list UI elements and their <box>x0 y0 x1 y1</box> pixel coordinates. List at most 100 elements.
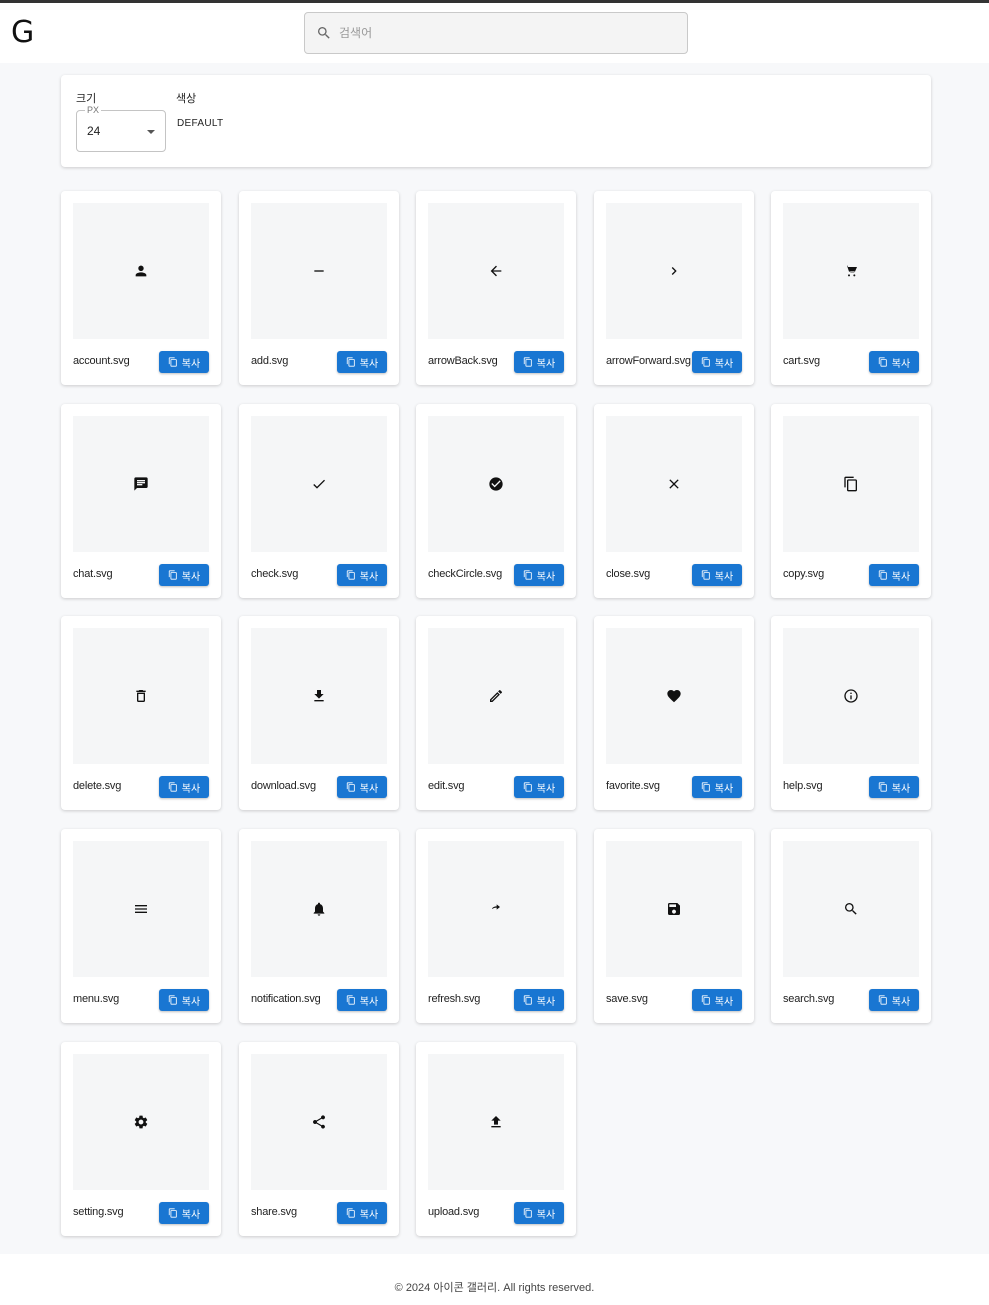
copy-button-label: 복사 <box>714 571 734 583</box>
icon-card: copy.svg 복사 <box>771 404 931 598</box>
icon-card: refresh.svg 복사 <box>416 829 576 1023</box>
color-select-button[interactable]: DEFAULT <box>177 118 223 129</box>
icon-card: checkCircle.svg 복사 <box>416 404 576 598</box>
copy-button[interactable]: 복사 <box>337 564 387 586</box>
arrow-back-icon <box>490 265 502 277</box>
icon-card: upload.svg 복사 <box>416 1042 576 1236</box>
icon-preview <box>251 1054 387 1190</box>
copy-button[interactable]: 복사 <box>337 989 387 1011</box>
close-icon <box>669 479 679 489</box>
icon-filename: refresh.svg <box>428 993 481 1005</box>
copy-button[interactable]: 복사 <box>337 351 387 373</box>
icon-card: favorite.svg 복사 <box>594 616 754 810</box>
size-value: 24 <box>87 124 101 138</box>
icon-preview <box>428 203 564 339</box>
menu-icon <box>135 905 147 913</box>
copy-button[interactable]: 복사 <box>514 1202 564 1224</box>
copy-button[interactable]: 복사 <box>514 351 564 373</box>
icon-preview <box>73 841 209 977</box>
copy-icon <box>878 570 887 580</box>
icon-card: edit.svg 복사 <box>416 616 576 810</box>
copy-button-label: 복사 <box>714 996 734 1008</box>
copy-icon <box>523 357 532 367</box>
copy-button[interactable]: 복사 <box>159 564 209 586</box>
copy-icon <box>346 1208 355 1218</box>
icon-preview <box>251 628 387 764</box>
trash-icon <box>136 690 146 702</box>
icon-filename: arrowBack.svg <box>428 355 498 367</box>
icon-card: download.svg 복사 <box>239 616 399 810</box>
icon-filename: edit.svg <box>428 780 465 792</box>
copy-button-label: 복사 <box>181 783 201 795</box>
icon-card: delete.svg 복사 <box>61 616 221 810</box>
copy-button[interactable]: 복사 <box>869 351 919 373</box>
copy-button[interactable]: 복사 <box>869 776 919 798</box>
copy-icon <box>701 357 710 367</box>
icon-filename: save.svg <box>606 993 648 1005</box>
copy-button[interactable]: 복사 <box>159 989 209 1011</box>
icon-card: account.svg 복사 <box>61 191 221 385</box>
chat-icon <box>134 477 148 491</box>
check-circle-icon <box>489 477 503 491</box>
save-icon <box>668 903 680 915</box>
icon-preview <box>783 841 919 977</box>
icon-preview <box>428 841 564 977</box>
copy-button[interactable]: 복사 <box>692 776 742 798</box>
icon-filename: account.svg <box>73 355 130 367</box>
copy-button[interactable]: 복사 <box>869 564 919 586</box>
icon-card: help.svg 복사 <box>771 616 931 810</box>
copy-button[interactable]: 복사 <box>514 564 564 586</box>
icon-filename: arrowForward.svg <box>606 355 691 367</box>
icon-card: arrowBack.svg 복사 <box>416 191 576 385</box>
minus-icon <box>314 270 324 272</box>
icon-preview <box>428 628 564 764</box>
copy-icon <box>701 570 710 580</box>
app-header: G <box>0 3 989 63</box>
copy-button-label: 복사 <box>891 571 911 583</box>
copy-button[interactable]: 복사 <box>514 776 564 798</box>
logo[interactable]: G <box>11 16 34 50</box>
icon-filename: cart.svg <box>783 355 820 367</box>
color-label: 색상 <box>176 93 197 105</box>
copy-icon <box>878 995 887 1005</box>
copy-button[interactable]: 복사 <box>692 564 742 586</box>
copy-button[interactable]: 복사 <box>159 351 209 373</box>
copy-button[interactable]: 복사 <box>337 1202 387 1224</box>
search-icon <box>845 903 857 915</box>
download-icon <box>314 690 324 702</box>
copy-button[interactable]: 복사 <box>514 989 564 1011</box>
footer-copyright: © 2024 아이콘 갤러리. All rights reserved. <box>394 1282 595 1294</box>
icon-preview <box>428 416 564 552</box>
copy-button[interactable]: 복사 <box>692 989 742 1011</box>
icon-card: save.svg 복사 <box>594 829 754 1023</box>
icon-preview <box>783 203 919 339</box>
icon-preview <box>606 841 742 977</box>
copy-button-label: 복사 <box>359 996 379 1008</box>
copy-icon <box>701 782 710 792</box>
search-input[interactable] <box>339 21 669 45</box>
size-select[interactable]: PX 24 <box>76 104 166 152</box>
search-box[interactable] <box>304 12 688 54</box>
icon-preview <box>251 416 387 552</box>
icon-preview <box>783 628 919 764</box>
icon-filename: setting.svg <box>73 1206 124 1218</box>
copy-button[interactable]: 복사 <box>337 776 387 798</box>
bell-icon <box>313 902 325 916</box>
person-icon <box>135 265 147 277</box>
copy-icon <box>878 782 887 792</box>
copy-button-label: 복사 <box>536 1209 556 1221</box>
icon-preview <box>251 203 387 339</box>
copy-icon <box>168 1208 177 1218</box>
copy-button[interactable]: 복사 <box>869 989 919 1011</box>
copy-button[interactable]: 복사 <box>159 1202 209 1224</box>
upload-icon <box>491 1116 501 1128</box>
icon-preview <box>73 416 209 552</box>
copy-icon <box>523 570 532 580</box>
icon-filename: chat.svg <box>73 568 113 580</box>
copy-button[interactable]: 복사 <box>692 351 742 373</box>
icon-filename: share.svg <box>251 1206 297 1218</box>
copy-button-label: 복사 <box>536 783 556 795</box>
icon-preview <box>606 416 742 552</box>
copy-button-label: 복사 <box>359 1209 379 1221</box>
copy-button[interactable]: 복사 <box>159 776 209 798</box>
